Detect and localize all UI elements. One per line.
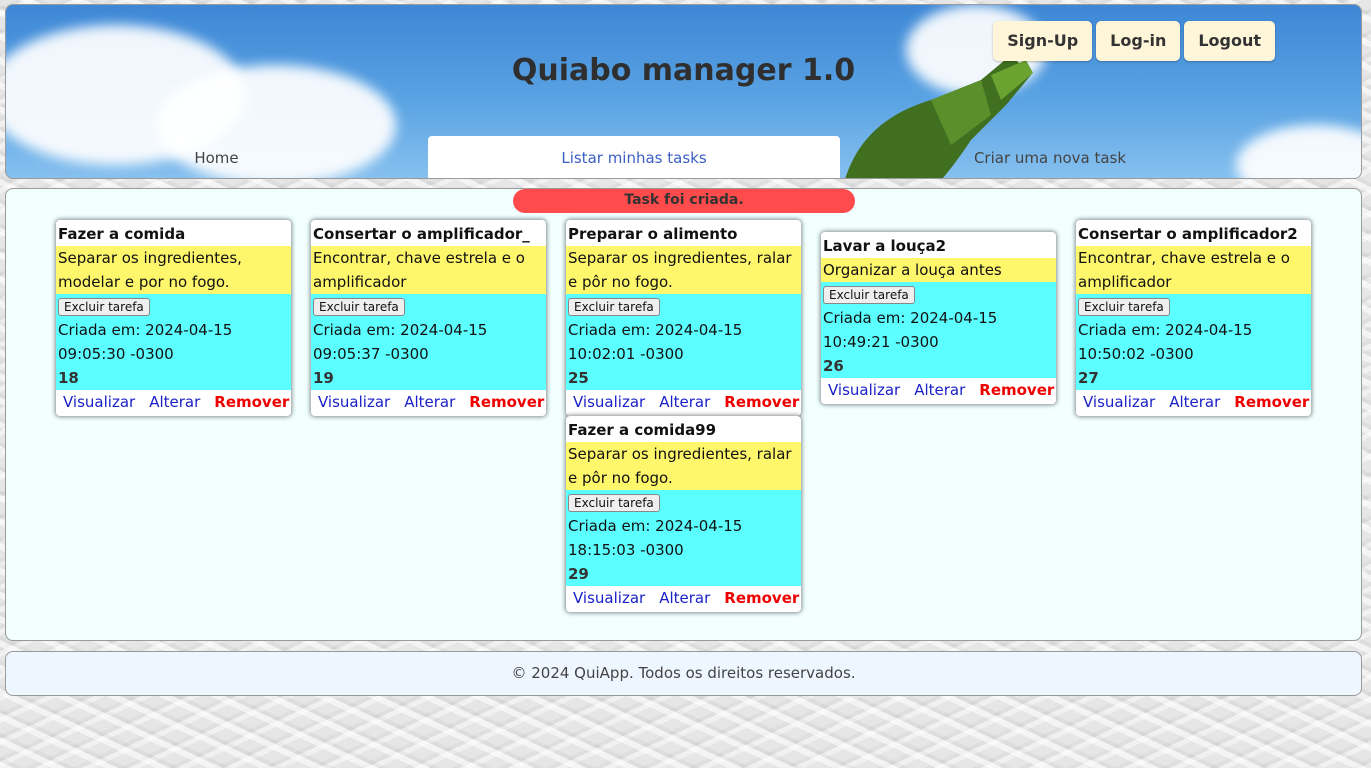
task-id: 27: [1078, 369, 1099, 387]
remove-link[interactable]: Remover: [469, 390, 544, 414]
task-title: Lavar a louça2: [823, 237, 947, 255]
delete-task-button[interactable]: Excluir tarefa: [568, 298, 660, 316]
task-meta: Excluir tarefa Criada em: 2024-04-15 09:…: [311, 294, 546, 390]
task-title: Consertar o amplificador2: [1078, 225, 1298, 243]
task-card: Lavar a louça2 Organizar a louça antes E…: [821, 232, 1056, 404]
edit-link[interactable]: Alterar: [914, 378, 965, 402]
task-description: Separar os ingredientes, ralar e pôr no …: [566, 246, 801, 294]
task-description: Organizar a louça antes: [821, 258, 1056, 282]
task-meta: Excluir tarefa Criada em: 2024-04-15 10:…: [821, 282, 1056, 378]
edit-link[interactable]: Alterar: [659, 586, 710, 610]
task-card: Consertar o amplificador_ Encontrar, cha…: [311, 220, 546, 416]
task-id: 29: [568, 565, 589, 583]
edit-link[interactable]: Alterar: [1169, 390, 1220, 414]
task-actions: Visualizar Alterar Remover: [821, 378, 1056, 402]
created-label: Criada em:: [313, 321, 401, 339]
flash-message: Task foi criada.: [513, 189, 855, 213]
task-board: Task foi criada. Fazer a comida Separar …: [5, 188, 1362, 641]
task-meta: Excluir tarefa Criada em: 2024-04-15 09:…: [56, 294, 291, 390]
task-actions: Visualizar Alterar Remover: [566, 586, 801, 610]
task-actions: Visualizar Alterar Remover: [1076, 390, 1311, 414]
task-description: Separar os ingredientes, modelar e por n…: [56, 246, 291, 294]
task-id: 26: [823, 357, 844, 375]
site-footer: © 2024 QuiApp. Todos os direitos reserva…: [5, 651, 1362, 696]
task-card: Preparar o alimento Separar os ingredien…: [566, 220, 801, 416]
edit-link[interactable]: Alterar: [149, 390, 200, 414]
task-title: Fazer a comida99: [568, 421, 717, 439]
edit-link[interactable]: Alterar: [404, 390, 455, 414]
remove-link[interactable]: Remover: [724, 390, 799, 414]
delete-task-button[interactable]: Excluir tarefa: [823, 286, 915, 304]
remove-link[interactable]: Remover: [979, 378, 1054, 402]
created-label: Criada em:: [568, 517, 656, 535]
task-meta: Excluir tarefa Criada em: 2024-04-15 10:…: [566, 294, 801, 390]
main-nav: Home Listar minhas tasks Criar uma nova …: [6, 136, 1361, 178]
task-description: Separar os ingredientes, ralar e pôr no …: [566, 442, 801, 490]
view-link[interactable]: Visualizar: [1083, 390, 1155, 414]
delete-task-button[interactable]: Excluir tarefa: [313, 298, 405, 316]
task-actions: Visualizar Alterar Remover: [311, 390, 546, 414]
remove-link[interactable]: Remover: [724, 586, 799, 610]
created-label: Criada em:: [1078, 321, 1166, 339]
task-meta: Excluir tarefa Criada em: 2024-04-15 18:…: [566, 490, 801, 586]
created-label: Criada em:: [568, 321, 656, 339]
delete-task-button[interactable]: Excluir tarefa: [1078, 298, 1170, 316]
view-link[interactable]: Visualizar: [63, 390, 135, 414]
created-label: Criada em:: [58, 321, 146, 339]
task-title: Preparar o alimento: [568, 225, 738, 243]
nav-home[interactable]: Home: [6, 136, 427, 178]
remove-link[interactable]: Remover: [1234, 390, 1309, 414]
task-card: Fazer a comida99 Separar os ingredientes…: [566, 416, 801, 612]
remove-link[interactable]: Remover: [214, 390, 289, 414]
task-actions: Visualizar Alterar Remover: [56, 390, 291, 414]
site-header: Quiabo manager 1.0 Sign-Up Log-in Logout…: [5, 4, 1362, 179]
task-card: Fazer a comida Separar os ingredientes, …: [56, 220, 291, 416]
created-label: Criada em:: [823, 309, 911, 327]
signup-button[interactable]: Sign-Up: [993, 21, 1093, 61]
task-description: Encontrar, chave estrela e o amplificado…: [311, 246, 546, 294]
nav-new-task[interactable]: Criar uma nova task: [841, 136, 1259, 178]
task-title: Consertar o amplificador_: [313, 225, 530, 243]
task-id: 19: [313, 369, 334, 387]
view-link[interactable]: Visualizar: [573, 390, 645, 414]
task-title: Fazer a comida: [58, 225, 186, 243]
login-button[interactable]: Log-in: [1096, 21, 1181, 61]
task-card: Consertar o amplificador2 Encontrar, cha…: [1076, 220, 1311, 416]
edit-link[interactable]: Alterar: [659, 390, 710, 414]
logout-button[interactable]: Logout: [1184, 21, 1275, 61]
nav-list-tasks[interactable]: Listar minhas tasks: [428, 136, 840, 178]
delete-task-button[interactable]: Excluir tarefa: [568, 494, 660, 512]
auth-buttons: Sign-Up Log-in Logout: [993, 21, 1275, 61]
view-link[interactable]: Visualizar: [828, 378, 900, 402]
task-meta: Excluir tarefa Criada em: 2024-04-15 10:…: [1076, 294, 1311, 390]
task-id: 25: [568, 369, 589, 387]
delete-task-button[interactable]: Excluir tarefa: [58, 298, 150, 316]
view-link[interactable]: Visualizar: [318, 390, 390, 414]
task-actions: Visualizar Alterar Remover: [566, 390, 801, 414]
task-id: 18: [58, 369, 79, 387]
task-description: Encontrar, chave estrela e o amplificado…: [1076, 246, 1311, 294]
view-link[interactable]: Visualizar: [573, 586, 645, 610]
